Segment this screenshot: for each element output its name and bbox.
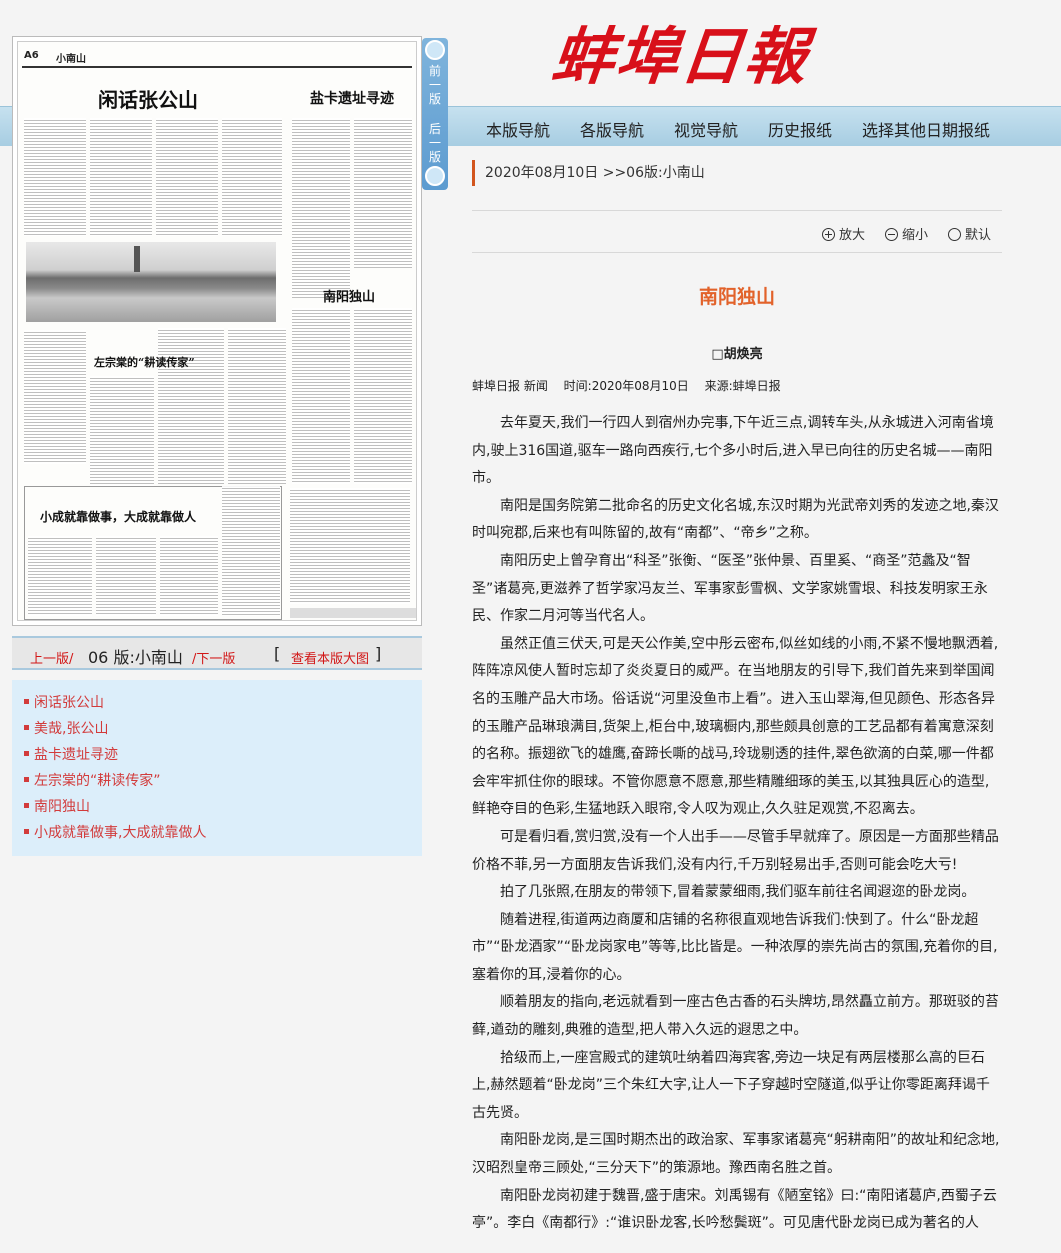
view-large-image-link[interactable]: 查看本版大图 (291, 648, 369, 667)
nav-item-other-dates[interactable]: 选择其他日期报纸 (862, 117, 990, 141)
masthead-logo[interactable]: 蚌埠日報 (548, 6, 813, 96)
zoom-in-button[interactable]: 放大 (822, 224, 865, 243)
thumb-text-block (222, 118, 282, 236)
meta-time: 时间:2020年08月10日 (563, 379, 689, 393)
nav-item-all-editions[interactable]: 各版导航 (580, 117, 644, 141)
zoom-default-icon (948, 228, 961, 241)
article-list-item[interactable]: 南阳独山 (12, 796, 422, 822)
next-edition-button[interactable]: 后一版 (427, 122, 443, 164)
breadcrumb: 2020年08月10日 >>06版:小南山 (472, 160, 705, 186)
thumb-text-block (292, 308, 350, 484)
thumb-text-block (156, 118, 218, 236)
zoom-out-icon (885, 228, 898, 241)
main-nav: 本版导航 各版导航 视觉导航 历史报纸 选择其他日期报纸 (448, 106, 1061, 146)
thumb-headline-5[interactable]: 小成就靠做事，大成就靠做人 (40, 508, 196, 525)
article-paragraph: 顺着朋友的指向,老远就看到一座古色古香的石头牌坊,昂然矗立前方。那斑驳的苔藓,遒… (472, 994, 999, 1039)
thumb-text-block (96, 536, 156, 616)
pagoda-shape (134, 246, 140, 272)
thumb-text-block (354, 308, 412, 484)
thumb-text-block (228, 328, 286, 484)
page-thumbnail[interactable]: A6 小南山 闲话张公山 盐卡遗址寻迹 南阳独山 左宗棠的“耕读传家” 小成就靠… (12, 36, 422, 626)
thumb-footer-strip (290, 608, 416, 618)
nav-item-this-edition[interactable]: 本版导航 (486, 117, 550, 141)
article-title: 南阳独山 (698, 286, 775, 308)
divider (472, 252, 1002, 253)
thumb-text-block (222, 486, 280, 616)
article-paragraph: 南阳历史上曾孕育出“科圣”张衡、“医圣”张仲景、百里奚、“商圣”范蠡及“智圣”诸… (472, 552, 988, 625)
thumb-text-block (24, 330, 86, 464)
thumb-headline-3[interactable]: 南阳独山 (323, 286, 375, 305)
thumb-text-block (160, 536, 218, 616)
prev-page-link[interactable]: 上一版/ (30, 648, 73, 667)
meta-from: 来源:蚌埠日报 (704, 379, 781, 393)
thumb-text-block (24, 118, 86, 236)
thumb-text-block (90, 376, 154, 486)
article-paragraph: 随着进程,街道两边商厦和店铺的名称很直观地告诉我们:快到了。什么“卧龙超市”“卧… (472, 911, 998, 983)
bracket-open: [ (274, 644, 281, 663)
newspaper-page-image[interactable]: A6 小南山 闲话张公山 盐卡遗址寻迹 南阳独山 左宗棠的“耕读传家” 小成就靠… (17, 41, 417, 621)
thumb-page-name: 小南山 (56, 54, 86, 65)
article-body: 去年夏天,我们一行四人到宿州办完事,下午近三点,调转车头,从永城进入河南省境内,… (472, 410, 1002, 1238)
thumb-text-block (28, 536, 92, 616)
article-paragraph: 南阳卧龙岗,是三国时期杰出的政治家、军事家诸葛亮“躬耕南阳”的故址和纪念地,汉昭… (472, 1132, 1000, 1177)
article-paragraph: 南阳是国务院第二批命名的历史文化名城,东汉时期为光武帝刘秀的发迹之地,秦汉时叫宛… (472, 497, 999, 542)
nav-item-history[interactable]: 历史报纸 (768, 117, 832, 141)
meta-source-name: 蚌埠日报 新闻 (472, 379, 548, 393)
next-edition-down-icon[interactable] (425, 166, 445, 186)
zoom-out-button[interactable]: 缩小 (885, 224, 928, 243)
article-list-item[interactable]: 盐卡遗址寻迹 (12, 744, 422, 770)
article-paragraph: 拍了几张照,在朋友的带领下,冒着蒙蒙细雨,我们驱车前往名闻遐迩的卧龙岗。 (500, 884, 976, 901)
thumb-text-block (158, 328, 224, 484)
article-list-item[interactable]: 闲话张公山 (12, 692, 422, 718)
thumb-text-block (90, 118, 152, 236)
nav-item-visual[interactable]: 视觉导航 (674, 117, 738, 141)
edition-switch-buttons: 前一版 后一版 (422, 38, 448, 190)
prev-edition-button[interactable]: 前一版 (427, 64, 443, 106)
thumb-text-block (354, 118, 412, 268)
article-paragraph: 南阳卧龙岗初建于魏晋,盛于唐宋。刘禹锡有《陋室铭》曰:“南阳诸葛庐,西蜀子云亭”… (472, 1187, 997, 1232)
thumb-headline-1[interactable]: 闲话张公山 (98, 84, 198, 113)
zoom-in-label: 放大 (839, 228, 866, 243)
thumb-page-number: A6 (24, 50, 39, 61)
article-paragraph: 可是看归看,赏归赏,没有一个人出手——尽管手早就痒了。原因是一方面那些精品价格不… (472, 828, 999, 873)
article-list-item[interactable]: 左宗棠的“耕读传家” (12, 770, 422, 796)
zoom-out-label: 缩小 (902, 228, 929, 243)
zoom-default-button[interactable]: 默认 (948, 224, 991, 243)
thumb-text-block (290, 488, 410, 604)
article-list: 闲话张公山 美哉,张公山 盐卡遗址寻迹 左宗棠的“耕读传家” 南阳独山 小成就靠… (12, 680, 422, 856)
prev-edition-up-icon[interactable] (425, 40, 445, 60)
article-list-item[interactable]: 小成就靠做事,大成就靠做人 (12, 822, 422, 848)
article-paragraph: 去年夏天,我们一行四人到宿州办完事,下午近三点,调转车头,从永城进入河南省境内,… (472, 415, 994, 487)
thumb-photo (26, 242, 276, 322)
zoom-in-icon (822, 228, 835, 241)
zoom-default-label: 默认 (965, 228, 992, 243)
thumb-headline-2[interactable]: 盐卡遗址寻迹 (310, 88, 394, 108)
thumb-text-block (292, 118, 350, 298)
bracket-close: ] (375, 644, 382, 663)
article-author: □胡焕亮 (711, 347, 763, 362)
page-pager: 上一版/ 06 版:小南山 /下一版 [ 查看本版大图 ] (12, 636, 422, 670)
article-paragraph: 拾级而上,一座宫殿式的建筑吐纳着四海宾客,旁边一块足有两层楼那么高的巨石上,赫然… (472, 1049, 990, 1121)
article-paragraph: 虽然正值三伏天,可是天公作美,空中彤云密布,似丝如线的小雨,不紧不慢地飘洒着,阵… (472, 635, 999, 818)
current-page-label: 06 版:小南山 (88, 648, 183, 667)
article-list-item[interactable]: 美哉,张公山 (12, 718, 422, 744)
thumb-top-rule (22, 66, 412, 68)
page-root: 蚌埠日報 本版导航 各版导航 视觉导航 历史报纸 选择其他日期报纸 A6 小南山… (0, 0, 1061, 1253)
next-page-link[interactable]: /下一版 (192, 648, 235, 667)
article-meta: 蚌埠日报 新闻 时间:2020年08月10日 来源:蚌埠日报 (472, 377, 793, 394)
divider (472, 210, 1002, 211)
thumb-headline-4[interactable]: 左宗棠的“耕读传家” (94, 354, 195, 370)
